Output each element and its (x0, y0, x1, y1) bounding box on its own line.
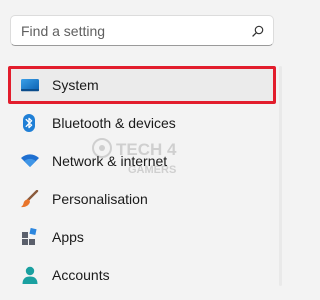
nav-item-accounts[interactable]: Accounts (8, 256, 276, 294)
wifi-icon (21, 154, 39, 167)
search-input[interactable] (11, 16, 273, 45)
nav-item-label: Apps (52, 229, 84, 245)
nav-item-label: Personalisation (52, 191, 148, 207)
system-icon (21, 79, 39, 92)
apps-icon (22, 228, 37, 245)
nav-item-system[interactable]: System (8, 66, 276, 104)
bluetooth-icon (23, 114, 35, 132)
nav-item-label: Accounts (52, 267, 110, 283)
nav-item-label: System (52, 77, 99, 93)
accounts-icon (22, 266, 38, 284)
brush-icon (21, 190, 39, 208)
search-box[interactable] (10, 15, 274, 46)
scrollbar-track[interactable] (279, 66, 282, 286)
search-icon[interactable] (252, 25, 264, 37)
nav-item-apps[interactable]: Apps (8, 218, 276, 256)
settings-nav: System Bluetooth & devices Network & int… (0, 62, 284, 300)
nav-item-network-internet[interactable]: Network & internet (8, 142, 276, 180)
nav-item-label: Bluetooth & devices (52, 115, 176, 131)
nav-item-personalisation[interactable]: Personalisation (8, 180, 276, 218)
nav-item-bluetooth-devices[interactable]: Bluetooth & devices (8, 104, 276, 142)
nav-item-label: Network & internet (52, 153, 168, 169)
